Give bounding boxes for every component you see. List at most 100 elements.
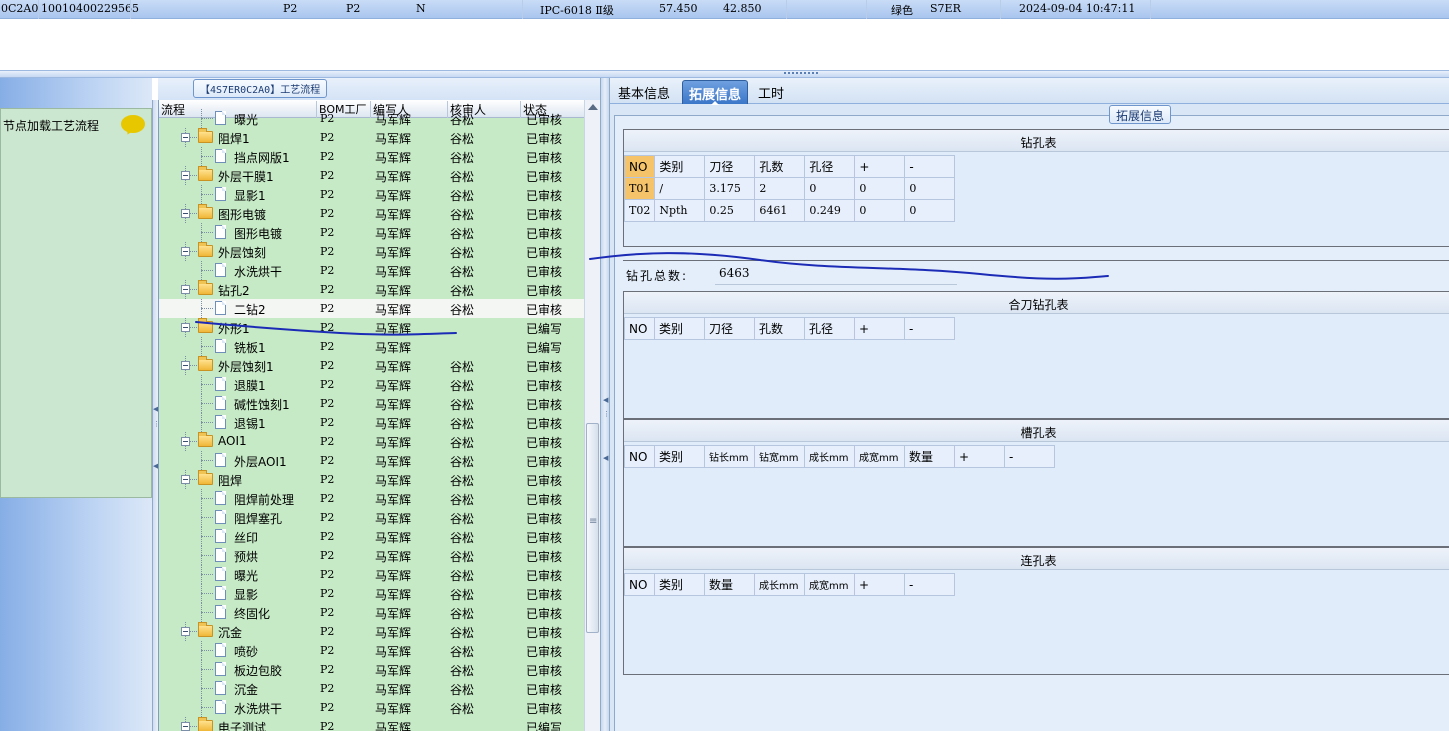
- collapse-toggle-icon[interactable]: [181, 627, 190, 636]
- tree-folder-row[interactable]: 电子测试 P2 马军辉 已编写: [159, 717, 584, 731]
- tab-extended-info[interactable]: 拓展信息: [682, 80, 749, 105]
- tree-row[interactable]: 丝印 P2 马军辉 谷松 已审核: [159, 527, 584, 546]
- tab-basic-info[interactable]: 基本信息: [612, 80, 676, 104]
- collapse-toggle-icon[interactable]: [181, 361, 190, 370]
- collapse-toggle-icon[interactable]: [181, 437, 190, 446]
- tree-row[interactable]: 碱性蚀刻1 P2 马军辉 谷松 已审核: [159, 394, 584, 413]
- writer-cell: 马军辉: [375, 493, 412, 507]
- tree-folder-row[interactable]: AOI1 P2 马军辉 谷松 已审核: [159, 432, 584, 451]
- tree-row[interactable]: 水洗烘干 P2 马军辉 谷松 已审核: [159, 261, 584, 280]
- collapse-toggle-icon[interactable]: [181, 209, 190, 218]
- tree-row[interactable]: 图形电镀 P2 马军辉 谷松 已审核: [159, 223, 584, 242]
- drill-plus-cell[interactable]: 0: [854, 199, 906, 222]
- tree-folder-row[interactable]: 阻焊1 P2 马军辉 谷松 已审核: [159, 128, 584, 147]
- writer-cell: 马军辉: [375, 132, 412, 146]
- status-cell: 已编写: [526, 721, 563, 731]
- tree-row[interactable]: 喷砂 P2 马军辉 谷松 已审核: [159, 641, 584, 660]
- writer-cell: 马军辉: [375, 284, 412, 298]
- table-row[interactable]: T01 / 3.175 2 0 0 0: [623, 177, 956, 200]
- drill-total-field[interactable]: 6463: [715, 264, 957, 285]
- horizontal-splitter[interactable]: [0, 70, 1449, 78]
- tree-row[interactable]: 水洗烘干 P2 马军辉 谷松 已审核: [159, 698, 584, 717]
- divider-grip-icon[interactable]: ⋮: [603, 410, 610, 418]
- drill-tool-cell[interactable]: 3.175: [704, 177, 756, 200]
- scroll-thumb[interactable]: [586, 423, 599, 633]
- status-cell: 已编写: [526, 341, 563, 355]
- writer-cell: 马军辉: [375, 360, 412, 374]
- middle-splitter[interactable]: ◀ ⋮ ◀: [600, 78, 610, 731]
- tree-row[interactable]: 曝光 P2 马军辉 谷松 已审核: [159, 109, 584, 128]
- tree-row[interactable]: 显影1 P2 马军辉 谷松 已审核: [159, 185, 584, 204]
- tree-folder-row[interactable]: 沉金 P2 马军辉 谷松 已审核: [159, 622, 584, 641]
- bom-cell: P2: [320, 245, 335, 258]
- tree-row[interactable]: 显影 P2 马军辉 谷松 已审核: [159, 584, 584, 603]
- table-row[interactable]: T02 Npth 0.25 6461 0.249 0 0: [623, 199, 956, 222]
- reviewer-cell: 谷松: [450, 683, 475, 697]
- reviewer-cell: 谷松: [450, 113, 475, 127]
- tree-folder-row[interactable]: 外形1 P2 马军辉 已编写: [159, 318, 584, 337]
- tree-folder-row[interactable]: 外层干膜1 P2 马军辉 谷松 已审核: [159, 166, 584, 185]
- bom-cell: P2: [320, 397, 335, 410]
- tree-folder-row[interactable]: 阻焊 P2 马军辉 谷松 已审核: [159, 470, 584, 489]
- collapse-toggle-icon[interactable]: [181, 133, 190, 142]
- status-cell: 已审核: [526, 645, 563, 659]
- tree-scrollbar[interactable]: [584, 100, 600, 731]
- tab-work-hours[interactable]: 工时: [752, 80, 790, 104]
- node-load-item[interactable]: 节点加载工艺流程: [0, 108, 152, 498]
- tree-folder-row[interactable]: 钻孔2 P2 马军辉 谷松 已审核: [159, 280, 584, 299]
- drill-diameter-cell[interactable]: 0: [804, 177, 856, 200]
- step-name: 预烘: [234, 550, 259, 564]
- collapse-toggle-icon[interactable]: [181, 171, 190, 180]
- combined-header-row: NO 类别 刀径 孔数 孔径 + -: [624, 317, 955, 340]
- tree-row[interactable]: 铣板1 P2 马军辉 已编写: [159, 337, 584, 356]
- drill-type-cell[interactable]: /: [654, 177, 706, 200]
- tree-row[interactable]: 曝光 P2 马军辉 谷松 已审核: [159, 565, 584, 584]
- scroll-up-icon[interactable]: [588, 104, 598, 110]
- tree-folder-row[interactable]: 外层蚀刻1 P2 马军辉 谷松 已审核: [159, 356, 584, 375]
- tree-connector: [201, 118, 213, 119]
- step-name: AOI1: [218, 434, 247, 448]
- collapse-toggle-icon[interactable]: [181, 285, 190, 294]
- process-tree[interactable]: 流程 BOM工厂 编写人 核审人 状态 曝光 P2 马军辉 谷松 已审核 阻焊1 P2 马军辉…: [158, 100, 584, 731]
- expand-arrow-icon[interactable]: ◀: [603, 454, 608, 462]
- drill-count-cell[interactable]: 2: [754, 177, 806, 200]
- col-header-hole-count: 孔数: [754, 317, 805, 340]
- tree-row[interactable]: 二钻2 P2 马军辉 谷松 已审核: [159, 299, 584, 318]
- tree-row[interactable]: 终固化 P2 马军辉 谷松 已审核: [159, 603, 584, 622]
- drill-count-cell[interactable]: 6461: [754, 199, 806, 222]
- drill-table-title: 钻孔表: [624, 130, 1449, 152]
- drill-type-cell[interactable]: Npth: [654, 199, 706, 222]
- collapse-toggle-icon[interactable]: [181, 323, 190, 332]
- step-name: 沉金: [234, 683, 259, 697]
- tree-row[interactable]: 退锡1 P2 马军辉 谷松 已审核: [159, 413, 584, 432]
- tree-folder-row[interactable]: 图形电镀 P2 马军辉 谷松 已审核: [159, 204, 584, 223]
- drill-tool-cell[interactable]: 0.25: [704, 199, 756, 222]
- collapse-toggle-icon[interactable]: [181, 475, 190, 484]
- reviewer-cell: 谷松: [450, 398, 475, 412]
- collapse-arrow-icon[interactable]: ◀: [603, 396, 608, 404]
- tree-row[interactable]: 退膜1 P2 马军辉 谷松 已审核: [159, 375, 584, 394]
- tree-row[interactable]: 阻焊前处理 P2 马军辉 谷松 已审核: [159, 489, 584, 508]
- drill-minus-cell[interactable]: 0: [904, 199, 956, 222]
- drill-minus-cell[interactable]: 0: [904, 177, 956, 200]
- drill-diameter-cell[interactable]: 0.249: [804, 199, 856, 222]
- drill-table-header-row: NO 类别 刀径 孔数 孔径 + -: [623, 155, 956, 178]
- tree-row[interactable]: 板边包胶 P2 马军辉 谷松 已审核: [159, 660, 584, 679]
- status-cell: 已审核: [526, 246, 563, 260]
- collapse-toggle-icon[interactable]: [181, 722, 190, 731]
- tree-row[interactable]: 阻焊塞孔 P2 马军辉 谷松 已审核: [159, 508, 584, 527]
- collapse-toggle-icon[interactable]: [181, 247, 190, 256]
- tree-folder-row[interactable]: 外层蚀刻 P2 马军辉 谷松 已审核: [159, 242, 584, 261]
- tree-row[interactable]: 沉金 P2 马军辉 谷松 已审核: [159, 679, 584, 698]
- splitter-grip-icon[interactable]: [784, 72, 818, 75]
- col-header-quantity: 数量: [904, 445, 955, 468]
- tree-row[interactable]: 外层AOI1 P2 马军辉 谷松 已审核: [159, 451, 584, 470]
- drill-plus-cell[interactable]: 0: [854, 177, 906, 200]
- bom-cell: P2: [320, 625, 335, 638]
- reviewer-cell: 谷松: [450, 360, 475, 374]
- folder-icon: [198, 717, 213, 731]
- speech-bubble-icon[interactable]: [121, 115, 145, 133]
- tree-row[interactable]: 挡点网版1 P2 马军辉 谷松 已审核: [159, 147, 584, 166]
- col-header-finish-width: 成宽mm: [804, 573, 855, 596]
- tree-row[interactable]: 预烘 P2 马军辉 谷松 已审核: [159, 546, 584, 565]
